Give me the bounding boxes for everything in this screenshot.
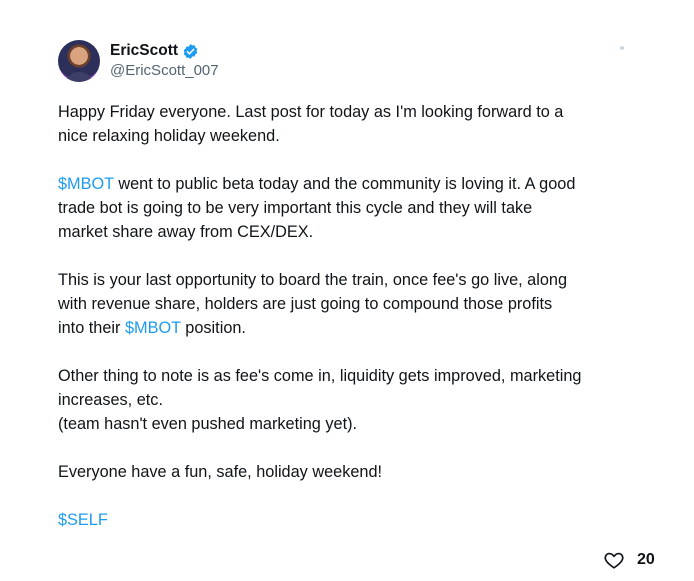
avatar[interactable] bbox=[58, 40, 100, 82]
author-names: EricScott @EricScott_007 bbox=[110, 42, 219, 80]
author-handle[interactable]: @EricScott_007 bbox=[110, 62, 219, 80]
cashtag-mbot-link[interactable]: $MBOT bbox=[58, 175, 114, 193]
heart-icon bbox=[604, 552, 624, 569]
post-paragraph-4: Other thing to note is as fee's come in,… bbox=[58, 367, 582, 433]
post-paragraph-2: $MBOT went to public beta today and the … bbox=[58, 172, 658, 244]
post-paragraph-3: This is your last opportunity to board t… bbox=[58, 268, 658, 340]
like-button[interactable]: 20 bbox=[603, 549, 655, 571]
author-display-name[interactable]: EricScott bbox=[110, 42, 178, 61]
like-count: 20 bbox=[637, 551, 655, 568]
post-paragraph-5: Everyone have a fun, safe, holiday weeke… bbox=[58, 463, 383, 481]
post-header: EricScott @EricScott_007 bbox=[58, 40, 219, 82]
name-row: EricScott bbox=[110, 42, 219, 61]
post-paragraph-1: Happy Friday everyone. Last post for tod… bbox=[58, 103, 564, 145]
verified-badge-icon bbox=[183, 44, 198, 59]
more-dots-icon[interactable] bbox=[620, 46, 624, 50]
post-paragraph-3-end: position. bbox=[180, 319, 246, 337]
cashtag-self-link[interactable]: $SELF bbox=[58, 511, 108, 529]
post-paragraph-6: $SELF bbox=[58, 508, 658, 532]
cashtag-mbot-link-2[interactable]: $MBOT bbox=[125, 319, 181, 337]
post-paragraph-2-text: went to public beta today and the commun… bbox=[58, 175, 576, 241]
post-text: Happy Friday everyone. Last post for tod… bbox=[58, 100, 658, 556]
